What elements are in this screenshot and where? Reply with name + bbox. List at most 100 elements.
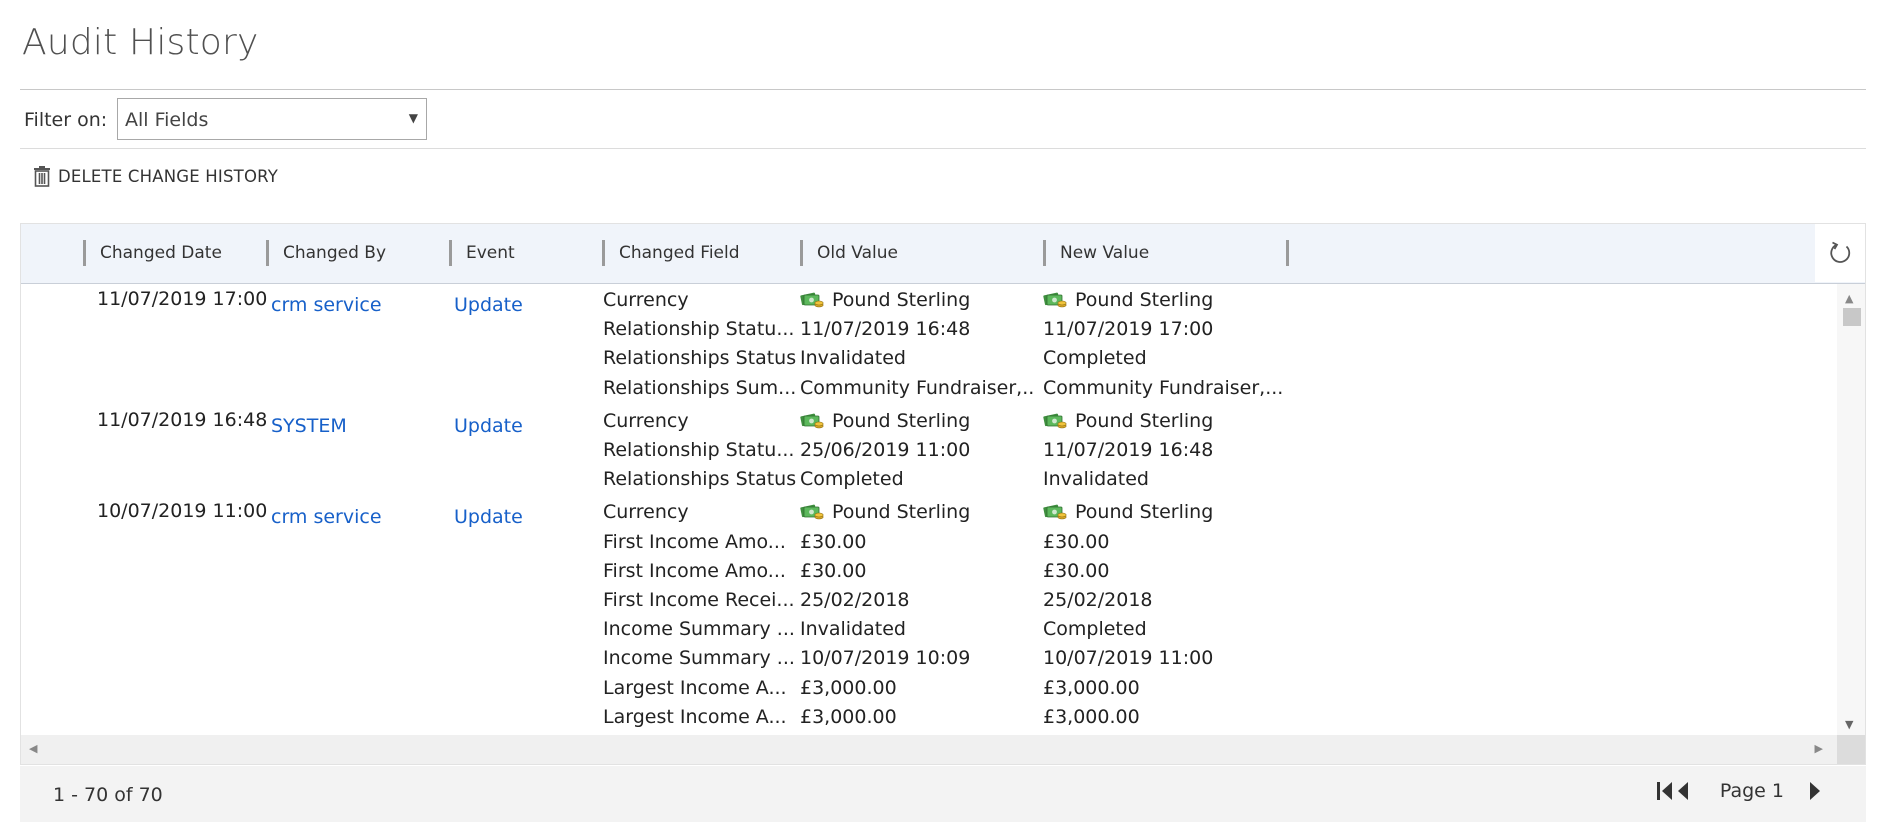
old-value-text: Pound Sterling: [832, 289, 971, 311]
scroll-up-icon[interactable]: ▲: [1845, 292, 1853, 305]
new-value-text: Invalidated: [1043, 468, 1149, 491]
old-value-text: 11/07/2019 16:48: [800, 318, 971, 341]
new-value: Community Fundraiser,...: [1043, 377, 1283, 399]
horizontal-scrollbar[interactable]: ◀ ▶: [21, 735, 1837, 764]
previous-page-button[interactable]: [1674, 780, 1690, 802]
changed-field: Income Summary ...: [603, 618, 795, 641]
new-value: 25/02/2018: [1043, 589, 1283, 611]
new-value-text: Community Fundraiser,...: [1043, 376, 1283, 399]
audit-record: 11/07/2019 17:00 crm service Update Currenc…: [21, 288, 1837, 405]
old-value: Invalidated: [800, 618, 1035, 640]
new-value-text: 25/02/2018: [1043, 588, 1153, 611]
old-value-text: £3,000.00: [800, 705, 897, 728]
first-page-icon: [1656, 782, 1672, 800]
delete-change-history-label: DELETE CHANGE HISTORY: [58, 166, 279, 186]
changed-field: Relationships Status: [603, 468, 797, 491]
changed-field: Income Summary ...: [603, 647, 795, 670]
old-value: 25/02/2018: [800, 589, 1035, 611]
new-value-text: Pound Sterling: [1075, 501, 1214, 524]
changed-field: First Income Recei...: [603, 588, 795, 611]
pager: Page 1: [1656, 780, 1824, 802]
old-value-text: £3,000.00: [800, 676, 897, 699]
new-value-text: 11/07/2019 17:00: [1043, 318, 1214, 341]
new-value-text: £30.00: [1043, 530, 1110, 553]
new-value: Completed: [1043, 347, 1283, 369]
changed-field: Relationship Statu...: [603, 438, 795, 461]
event-link[interactable]: Update: [454, 415, 523, 437]
column-header-old-value[interactable]: Old Value: [800, 240, 1043, 266]
filter-select-value: All Fields: [125, 109, 209, 131]
old-value: 11/07/2019 16:48: [800, 318, 1035, 340]
scrollbar-corner: [1837, 735, 1865, 764]
audit-record: 11/07/2019 16:48 SYSTEM Update Currency Poun…: [21, 409, 1837, 497]
audit-grid: Changed Date Changed By Event Changed Fi…: [20, 223, 1866, 765]
changed-field: Currency: [603, 501, 689, 524]
changed-by-link[interactable]: SYSTEM: [271, 415, 347, 437]
changed-field: Relationships Status: [603, 347, 797, 370]
old-value-text: Invalidated: [800, 347, 906, 370]
old-value-text: Completed: [800, 468, 904, 491]
scroll-down-icon[interactable]: ▼: [1845, 718, 1853, 731]
record-count: 1 - 70 of 70: [53, 784, 163, 806]
next-page-button[interactable]: [1808, 780, 1824, 802]
money-icon: [800, 501, 824, 526]
vertical-scrollbar[interactable]: ▲ ▼: [1837, 284, 1865, 735]
next-page-icon: [1810, 782, 1820, 800]
old-value: Invalidated: [800, 347, 1035, 369]
column-header-changed-date[interactable]: Changed Date: [83, 240, 266, 266]
refresh-button[interactable]: [1815, 224, 1865, 282]
new-value: £3,000.00: [1043, 677, 1283, 699]
changed-field: Largest Income A...: [603, 676, 787, 699]
page-title: Audit History: [22, 22, 259, 63]
event-link[interactable]: Update: [454, 506, 523, 528]
filter-select[interactable]: All Fields ▼: [117, 98, 427, 140]
new-value-text: Completed: [1043, 618, 1147, 641]
old-value-text: Pound Sterling: [832, 501, 971, 524]
new-value-text: £30.00: [1043, 559, 1110, 582]
old-value-text: 10/07/2019 10:09: [800, 647, 971, 670]
column-header-changed-field[interactable]: Changed Field: [602, 240, 800, 266]
new-value: Pound Sterling: [1043, 289, 1283, 314]
grid-header: Changed Date Changed By Event Changed Fi…: [21, 224, 1865, 284]
filter-divider: [20, 148, 1866, 149]
new-value: Pound Sterling: [1043, 501, 1283, 526]
new-value-text: Pound Sterling: [1075, 409, 1214, 432]
new-value-text: Completed: [1043, 347, 1147, 370]
old-value: £30.00: [800, 531, 1035, 553]
column-header-event[interactable]: Event: [449, 240, 602, 266]
grid-body: 11/07/2019 17:00 crm service Update Currenc…: [21, 284, 1837, 735]
old-value-text: 25/06/2019 11:00: [800, 438, 971, 461]
changed-field: Relationships Sum...: [603, 376, 797, 399]
new-value-text: £3,000.00: [1043, 676, 1140, 699]
new-value: Pound Sterling: [1043, 410, 1283, 435]
new-value-text: 10/07/2019 11:00: [1043, 647, 1214, 670]
new-value: 11/07/2019 17:00: [1043, 318, 1283, 340]
new-value: £3,000.00: [1043, 706, 1283, 728]
old-value: Community Fundraiser,...: [800, 377, 1035, 399]
money-icon: [800, 410, 824, 435]
changed-field: First Income Amo...: [603, 530, 786, 553]
old-value-text: Invalidated: [800, 618, 906, 641]
page-label: Page 1: [1719, 780, 1784, 802]
first-page-button[interactable]: [1656, 780, 1674, 802]
new-value: £30.00: [1043, 560, 1283, 582]
column-header-new-value[interactable]: New Value: [1043, 240, 1286, 266]
changed-by-link[interactable]: crm service: [271, 506, 382, 528]
new-value-text: 11/07/2019 16:48: [1043, 438, 1214, 461]
old-value-text: Community Fundraiser,...: [800, 376, 1035, 399]
scroll-thumb[interactable]: [1843, 308, 1861, 326]
refresh-icon: [1830, 241, 1851, 263]
column-header-changed-by[interactable]: Changed By: [266, 240, 449, 266]
changed-field: Currency: [603, 409, 689, 432]
event-link[interactable]: Update: [454, 294, 523, 316]
old-value: Pound Sterling: [800, 289, 1035, 314]
old-value: £30.00: [800, 560, 1035, 582]
delete-change-history-button[interactable]: DELETE CHANGE HISTORY: [32, 164, 278, 188]
changed-by-link[interactable]: crm service: [271, 294, 382, 316]
new-value-text: Pound Sterling: [1075, 289, 1214, 311]
scroll-left-icon[interactable]: ◀: [29, 742, 37, 755]
scroll-right-icon[interactable]: ▶: [1815, 742, 1823, 755]
money-icon: [1043, 289, 1067, 314]
audit-record: 10/07/2019 11:00 crm service Update Currenc…: [21, 500, 1837, 735]
old-value-text: Pound Sterling: [832, 409, 971, 432]
